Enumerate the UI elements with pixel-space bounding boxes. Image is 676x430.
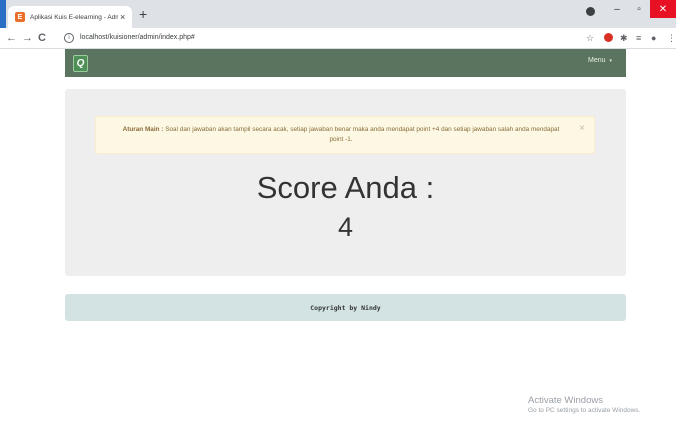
minimize-button[interactable]: – [606, 0, 628, 18]
more-menu-icon[interactable]: ⋮ [667, 32, 676, 44]
extensions-icon[interactable]: ✱ [620, 32, 628, 44]
browser-tab[interactable]: E Aplikasi Kuis E-elearning - Admin × [8, 6, 132, 28]
caret-down-icon: ▾ [609, 58, 612, 64]
back-arrow-icon[interactable]: ← [6, 30, 17, 46]
reload-icon[interactable]: C [38, 30, 46, 46]
window-accent-edge [0, 0, 6, 28]
watermark-subtitle: Go to PC settings to activate Windows. [528, 407, 641, 414]
browser-tabstrip: E Aplikasi Kuis E-elearning - Admin × + … [0, 0, 676, 28]
close-window-button[interactable]: ✕ [650, 0, 676, 18]
profile-icon[interactable] [586, 7, 595, 16]
score-panel: Aturan Main : Soal dan jawaban akan tamp… [65, 89, 626, 276]
window-controls: – ▫ ✕ [606, 0, 676, 18]
menu-dropdown-button[interactable]: Menu ▾ [588, 57, 612, 64]
reading-list-icon[interactable]: ≡ [636, 32, 641, 44]
score-heading: Score Anda : [256, 170, 435, 205]
new-tab-button[interactable]: + [139, 7, 147, 21]
alert-title: Aturan Main : [122, 126, 164, 133]
activate-windows-watermark: Activate Windows Go to PC settings to ac… [528, 395, 640, 415]
score-value: 4 [337, 212, 354, 242]
tab-title: Aplikasi Kuis E-elearning - Admin [30, 13, 118, 21]
alert-close-icon[interactable]: × [579, 124, 585, 134]
site-info-icon[interactable]: i [64, 32, 74, 43]
url-text[interactable]: localhost/kuisioner/admin/index.php# [80, 34, 195, 41]
address-bar[interactable]: i localhost/kuisioner/admin/index.php# [58, 29, 598, 46]
favicon-icon: E [15, 12, 25, 22]
maximize-button[interactable]: ▫ [628, 0, 650, 18]
adblock-extension-icon[interactable] [604, 33, 613, 42]
forward-arrow-icon[interactable]: → [22, 30, 33, 46]
watermark-title: Activate Windows [528, 395, 603, 406]
app-navbar: Q Menu ▾ [65, 49, 626, 77]
bookmark-star-icon[interactable]: ☆ [586, 32, 594, 44]
account-icon[interactable]: ● [651, 32, 656, 44]
browser-toolbar: ← → C i localhost/kuisioner/admin/index.… [0, 28, 676, 49]
brand-logo[interactable]: Q [73, 55, 88, 72]
rules-alert: Aturan Main : Soal dan jawaban akan tamp… [95, 116, 595, 154]
copyright-text: Copyright by Nindy [310, 303, 381, 312]
alert-text: Soal dan jawaban akan tampil secara acak… [165, 126, 560, 143]
tab-close-icon[interactable]: × [120, 12, 125, 22]
page-footer: Copyright by Nindy [65, 294, 626, 321]
menu-label: Menu [588, 57, 606, 64]
